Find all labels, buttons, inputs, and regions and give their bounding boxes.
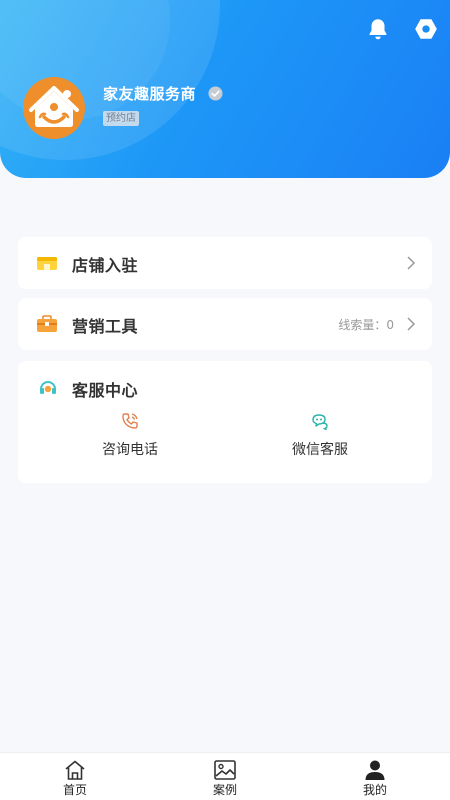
store-name: 家友趣服务商 (103, 85, 197, 103)
wechat-service-button[interactable]: 微信客服 (260, 411, 380, 459)
bottom-tab-bar: 首页 案例 我的 (0, 752, 450, 800)
tab-mine[interactable]: 我的 (345, 759, 405, 797)
customer-service-card: 客服中心 咨询电话 微信客服 (18, 361, 432, 483)
consult-phone-label: 咨询电话 (102, 442, 158, 458)
marketing-tool-row[interactable]: 营销工具 线索量：0 (18, 298, 432, 350)
tab-home[interactable]: 首页 (45, 759, 105, 797)
house-logo-icon (29, 86, 79, 127)
toolbox-icon (37, 315, 57, 332)
shop-entry-label: 店铺入驻 (72, 256, 139, 275)
user-icon (365, 760, 385, 780)
tab-cases[interactable]: 案例 (195, 759, 255, 797)
wechat-icon (312, 414, 328, 431)
tab-cases-label: 案例 (212, 783, 237, 797)
customer-service-title: 客服中心 (72, 381, 139, 400)
bell-icon[interactable] (365, 16, 391, 42)
shop-icon (37, 257, 57, 270)
chevron-right-icon (407, 256, 416, 270)
headset-icon (40, 381, 56, 394)
lead-count-value: 0 (386, 318, 394, 332)
verified-icon (208, 86, 223, 101)
image-icon (214, 760, 236, 780)
marketing-tool-label: 营销工具 (72, 317, 139, 336)
home-icon (65, 760, 85, 780)
store-type-badge: 预约店 (103, 111, 139, 126)
chevron-right-icon (407, 317, 416, 331)
profile-header: 家友趣服务商 预约店 (0, 0, 450, 178)
tab-home-label: 首页 (62, 783, 87, 797)
avatar[interactable] (23, 77, 85, 139)
wechat-service-label: 微信客服 (292, 442, 348, 458)
settings-icon[interactable] (413, 16, 439, 42)
consult-phone-button[interactable]: 咨询电话 (70, 411, 190, 459)
phone-icon (122, 413, 138, 429)
tab-mine-label: 我的 (362, 783, 387, 797)
shop-entry-row[interactable]: 店铺入驻 (18, 237, 432, 289)
lead-count: 线索量：0 (338, 316, 394, 333)
lead-count-label: 线索量： (338, 318, 387, 332)
